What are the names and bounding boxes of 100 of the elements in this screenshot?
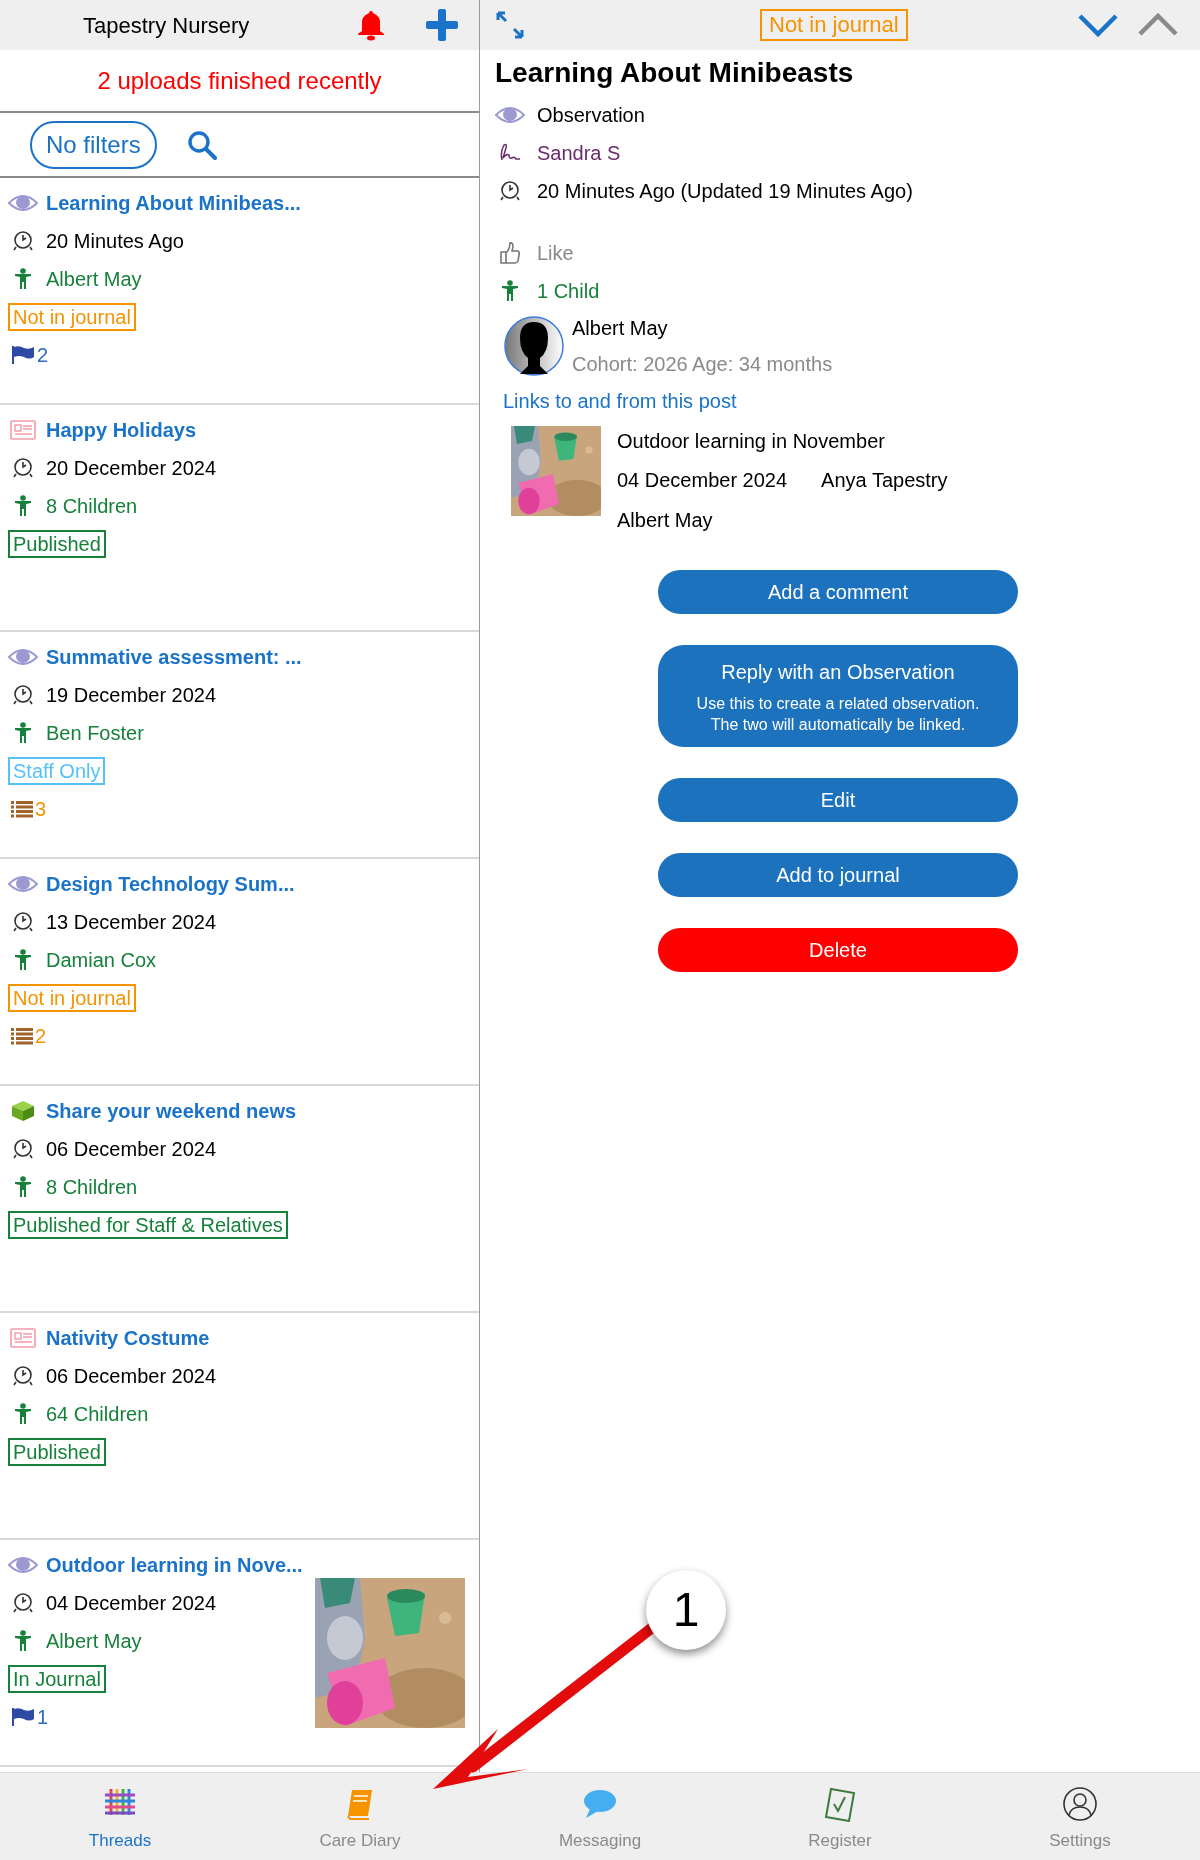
add-icon[interactable] [425, 8, 459, 42]
post-item[interactable]: Summative assessment: ... 19 December 2024 Ben Foster Staff Only 3 [0, 632, 479, 859]
newspaper-icon [10, 1328, 36, 1348]
child-icon [501, 280, 519, 302]
nav-tab[interactable]: Register [720, 1773, 960, 1860]
action-button[interactable]: Add to journal [658, 853, 1018, 897]
clock-icon [12, 1365, 34, 1387]
child-name: 8 Children [46, 494, 138, 519]
child-name: Albert May [572, 316, 669, 341]
count: 3 [35, 797, 47, 822]
post-date: 20 December 2024 [46, 456, 217, 481]
post-date: 06 December 2024 [46, 1137, 217, 1162]
search-icon[interactable] [186, 129, 217, 160]
upload-notice: 2 uploads finished recently [97, 65, 382, 96]
author-name: Sandra S [537, 141, 621, 166]
children-count: 1 Child [537, 279, 600, 304]
count: 2 [37, 343, 49, 368]
post-item[interactable]: Nativity Costume 06 December 2024 64 Children Published [0, 1313, 479, 1540]
child-icon [14, 268, 32, 290]
count: 1 [37, 1705, 49, 1730]
count: 2 [35, 1024, 47, 1049]
clock-icon [12, 1138, 34, 1160]
post-title: Happy Holidays [46, 418, 197, 443]
status-tag: In Journal [8, 1665, 106, 1693]
post-item[interactable]: Learning About Minibeas... 20 Minutes Ago Albert May Not in journal 2 [0, 178, 479, 405]
eye-icon [8, 648, 38, 666]
child-icon [14, 949, 32, 971]
linked-post-date: 04 December 2024 [617, 468, 788, 493]
status-tag: Published [8, 1438, 106, 1466]
eye-icon [8, 875, 38, 893]
child-info: Cohort: 2026 Age: 34 months [572, 352, 833, 377]
child-name: Albert May [46, 1629, 142, 1654]
child-icon [14, 1630, 32, 1652]
post-title: Learning About Minibeasts [495, 56, 855, 90]
child-icon [14, 1176, 32, 1198]
child-name: Damian Cox [46, 948, 157, 973]
bell-icon[interactable] [355, 9, 387, 41]
chevron-up-icon[interactable] [1138, 13, 1178, 37]
post-date: 06 December 2024 [46, 1364, 217, 1389]
flag-icon [11, 345, 35, 365]
post-item[interactable]: Happy Holidays 20 December 2024 8 Children Published [0, 405, 479, 632]
child-name: Ben Foster [46, 721, 144, 746]
eye-icon [495, 106, 525, 124]
links-heading[interactable]: Links to and from this post [495, 382, 737, 420]
action-button[interactable]: Edit [658, 778, 1018, 822]
post-time: 20 Minutes Ago (Updated 19 Minutes Ago) [537, 179, 913, 204]
linked-post-author: Anya Tapestry [821, 468, 948, 493]
action-button[interactable]: Add a comment [658, 570, 1018, 614]
post-date: 19 December 2024 [46, 683, 217, 708]
child-icon [14, 495, 32, 517]
filter-button[interactable]: No filters [30, 120, 157, 169]
callout-number: 1 [646, 1570, 726, 1650]
post-title: Summative assessment: ... [46, 645, 302, 670]
newspaper-icon [10, 420, 36, 440]
avatar-silhouette-icon [504, 316, 564, 376]
nav-tab[interactable]: Threads [0, 1773, 240, 1860]
status-tag: Not in journal [8, 984, 136, 1012]
child-icon [14, 1403, 32, 1425]
post-type: Observation [537, 103, 645, 128]
post-date: 13 December 2024 [46, 910, 217, 935]
clock-icon [12, 457, 34, 479]
clock-icon [499, 180, 521, 202]
child-name: Albert May [46, 267, 142, 292]
eye-icon [8, 1556, 38, 1574]
child-icon [14, 722, 32, 744]
cube-icon [11, 1100, 35, 1122]
post-item[interactable]: Share your weekend news 06 December 2024 8 Children Published for Staff & Relatives [0, 1086, 479, 1313]
reply-button[interactable]: Reply with an Observation Use this to create a related observation. The two will automatically be linked. [658, 645, 1018, 747]
linked-post[interactable]: Outdoor learning in November 04 December 2024 Anya Tapestry Albert May [495, 422, 1200, 540]
checklist-icon [822, 1785, 858, 1822]
flag-icon [11, 1707, 35, 1727]
list-icon [11, 1027, 33, 1045]
app-title: Tapestry Nursery [83, 11, 251, 40]
list-icon [11, 800, 33, 818]
post-title: Learning About Minibeas... [46, 191, 301, 216]
person-icon [1062, 1785, 1098, 1822]
status-tag: Not in journal [760, 9, 908, 41]
post-date: 20 Minutes Ago [46, 229, 184, 254]
post-title: Nativity Costume [46, 1326, 210, 1351]
post-date: 04 December 2024 [46, 1591, 217, 1616]
expand-icon[interactable] [495, 10, 525, 40]
like-button[interactable]: Like [537, 238, 574, 268]
status-tag: Published [8, 530, 106, 558]
thumbs-up-icon [499, 241, 521, 265]
clock-icon [12, 684, 34, 706]
post-title: Design Technology Sum... [46, 872, 295, 897]
post-item[interactable]: Outdoor learning in Nove... 04 December 2024 Albert May In Journal 1 [0, 1540, 479, 1767]
post-title: Share your weekend news [46, 1099, 297, 1124]
nav-tab[interactable]: Settings [960, 1773, 1200, 1860]
linked-post-title: Outdoor learning in November [617, 429, 886, 454]
post-item[interactable]: Design Technology Sum... 13 December 2024 Damian Cox Not in journal 2 [0, 859, 479, 1086]
status-tag: Staff Only [8, 757, 106, 785]
linked-post-child: Albert May [617, 508, 714, 533]
action-button[interactable]: Delete [658, 928, 1018, 972]
nav-tab[interactable]: Messaging [480, 1773, 720, 1860]
clock-icon [12, 230, 34, 252]
clock-icon [12, 911, 34, 933]
chevron-down-icon[interactable] [1078, 13, 1118, 37]
clock-icon [12, 1592, 34, 1614]
nav-tab[interactable]: Care Diary [240, 1773, 480, 1860]
